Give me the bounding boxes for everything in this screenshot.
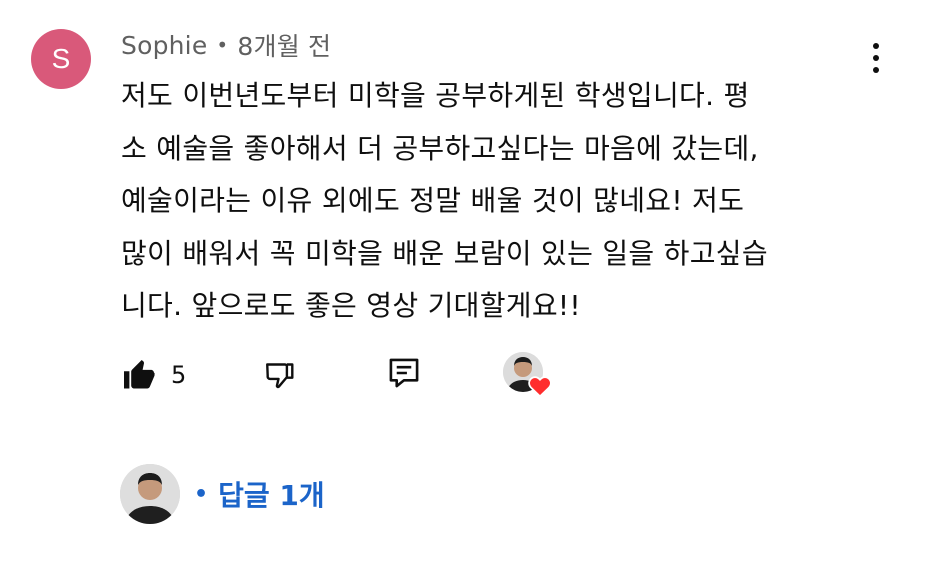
more-vertical-icon [873,43,879,73]
comment-text-line: 소 예술을 좋아해서 더 공부하고싶다는 마음에 갔는데, [121,131,759,165]
replies-count-label: 답글 1개 [218,479,325,512]
like-button[interactable]: 5 [121,357,186,393]
author-initial: S [51,43,71,74]
comment-text-line: 많이 배워서 꼭 미학을 배운 보람이 있는 일을 하고싶습 [121,236,768,270]
heart-icon [528,376,552,398]
dislike-button[interactable] [262,357,298,393]
like-count: 5 [171,361,187,389]
creator-heart-badge [503,352,559,400]
comment-text-line: 예술이라는 이유 외에도 정말 배울 것이 많네요! 저도 [121,184,745,217]
reply-author-avatar[interactable] [120,464,180,524]
comment-timestamp[interactable]: 8개월 전 [237,27,331,63]
reply-button[interactable] [388,355,420,391]
author-avatar[interactable]: S [31,29,91,89]
thumbs-down-outline-icon [266,363,294,389]
comment-thread: S Sophie • 8개월 전 저도 이번년도부터 미학을 공부하게된 학생입… [0,0,936,577]
meta-separator: • [216,33,229,57]
view-replies-link[interactable]: • 답글 1개 [194,474,325,514]
comment-header: Sophie • 8개월 전 [121,27,331,63]
comment-text: 저도 이번년도부터 미학을 공부하게된 학생입니다. 평 소 예술을 좋아해서 … [121,70,881,333]
author-name[interactable]: Sophie [121,31,207,60]
comment-text-line: 저도 이번년도부터 미학을 공부하게된 학생입니다. 평 [121,79,750,112]
replies-bullet: • [194,481,209,507]
thumbs-up-filled-icon [124,360,155,389]
replies-row: • 답글 1개 [120,463,325,525]
comment-text-line: 니다. 앞으로도 좋은 영상 기대할게요!! [121,289,581,322]
comment-reply-icon [389,358,419,388]
